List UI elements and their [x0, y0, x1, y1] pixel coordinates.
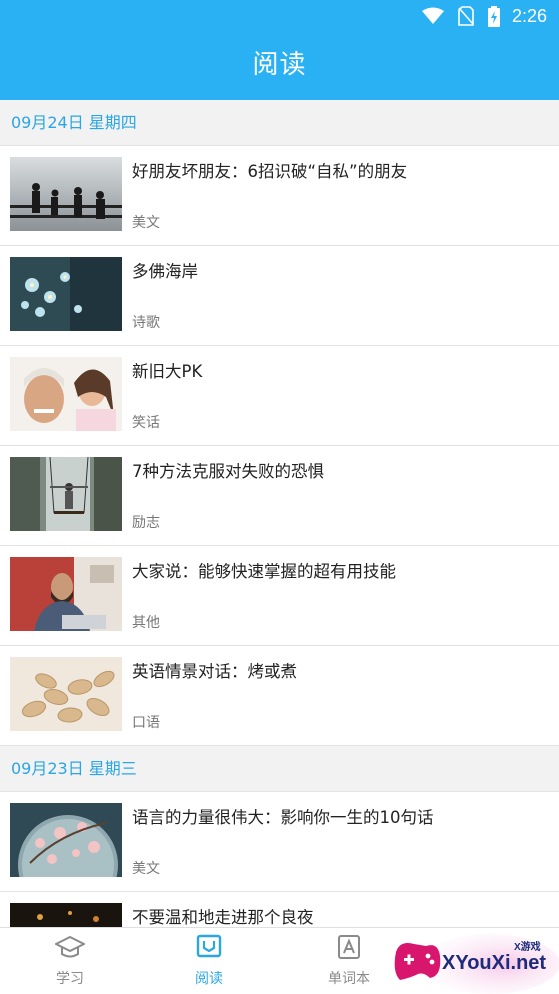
man-laptop-image — [10, 557, 122, 631]
tab-label: 阅读 — [195, 971, 223, 987]
cherry-blossom-image — [10, 803, 122, 877]
list-item[interactable]: 7种方法克服对失败的恐惧 励志 — [0, 446, 559, 546]
list-item[interactable]: 不要温和地走进那个良夜 — [0, 892, 559, 927]
status-bar: 2:26 — [0, 0, 559, 32]
wifi-icon — [421, 7, 444, 25]
status-time: 2:26 — [511, 5, 547, 26]
article-title: 新旧大PK — [132, 362, 203, 381]
list-item[interactable]: 新旧大PK 笑话 — [0, 346, 559, 446]
tab-reading[interactable]: 阅读 — [169, 934, 249, 988]
list-item[interactable]: 大家说：能够快速掌握的超有用技能 其他 — [0, 546, 559, 646]
page-title: 阅读 — [252, 50, 307, 80]
peanuts-image — [10, 657, 122, 731]
list-item[interactable]: 英语情景对话：烤或煮 口语 — [0, 646, 559, 746]
watermark-text: XYouXi.net — [442, 952, 547, 974]
flowers-image — [10, 257, 122, 331]
date-header: 09月24日 星期四 — [0, 100, 559, 146]
word-book-icon — [309, 934, 389, 964]
article-category: 美文 — [132, 861, 160, 877]
grandfather-child-image — [10, 357, 122, 431]
tab-label: 学习 — [56, 971, 84, 987]
tab-wordbook[interactable]: 单词本 — [309, 934, 389, 988]
article-title: 大家说：能够快速掌握的超有用技能 — [132, 562, 396, 581]
article-category: 美文 — [132, 215, 160, 231]
article-title: 不要温和地走进那个良夜 — [132, 908, 314, 927]
article-category: 励志 — [132, 515, 160, 531]
article-list[interactable]: 09月24日 星期四 好朋友坏朋友：6招识破“自私”的朋友 美文 多佛海岸 诗歌… — [0, 100, 559, 927]
app-header: 2:26 阅读 — [0, 0, 559, 100]
book-icon — [169, 934, 249, 964]
friends-silhouette-image — [10, 157, 122, 231]
article-category: 笑话 — [132, 415, 160, 431]
tab-study[interactable]: 学习 — [30, 934, 110, 988]
article-title: 好朋友坏朋友：6招识破“自私”的朋友 — [132, 162, 408, 181]
article-title: 语言的力量很伟大：影响你一生的10句话 — [132, 808, 434, 827]
night-image — [10, 903, 122, 927]
article-category: 其他 — [132, 615, 160, 631]
battery-charging-icon — [487, 5, 500, 27]
article-title: 7种方法克服对失败的恐惧 — [132, 462, 324, 481]
article-category: 口语 — [132, 715, 160, 731]
list-item[interactable]: 好朋友坏朋友：6招识破“自私”的朋友 美文 — [0, 146, 559, 246]
tab-label: 单词本 — [328, 971, 370, 987]
article-title: 多佛海岸 — [132, 262, 198, 281]
article-category: 诗歌 — [132, 315, 160, 331]
watermark-small-text: X游戏 — [514, 942, 541, 953]
swing-waterfall-image — [10, 457, 122, 531]
graduation-cap-icon — [30, 934, 110, 964]
watermark: X游戏 XYouXi.net — [390, 932, 559, 994]
date-header: 09月23日 星期三 — [0, 746, 559, 792]
no-sim-icon — [458, 6, 474, 26]
list-item[interactable]: 多佛海岸 诗歌 — [0, 246, 559, 346]
article-title: 英语情景对话：烤或煮 — [132, 662, 297, 681]
list-item[interactable]: 语言的力量很伟大：影响你一生的10句话 美文 — [0, 792, 559, 892]
